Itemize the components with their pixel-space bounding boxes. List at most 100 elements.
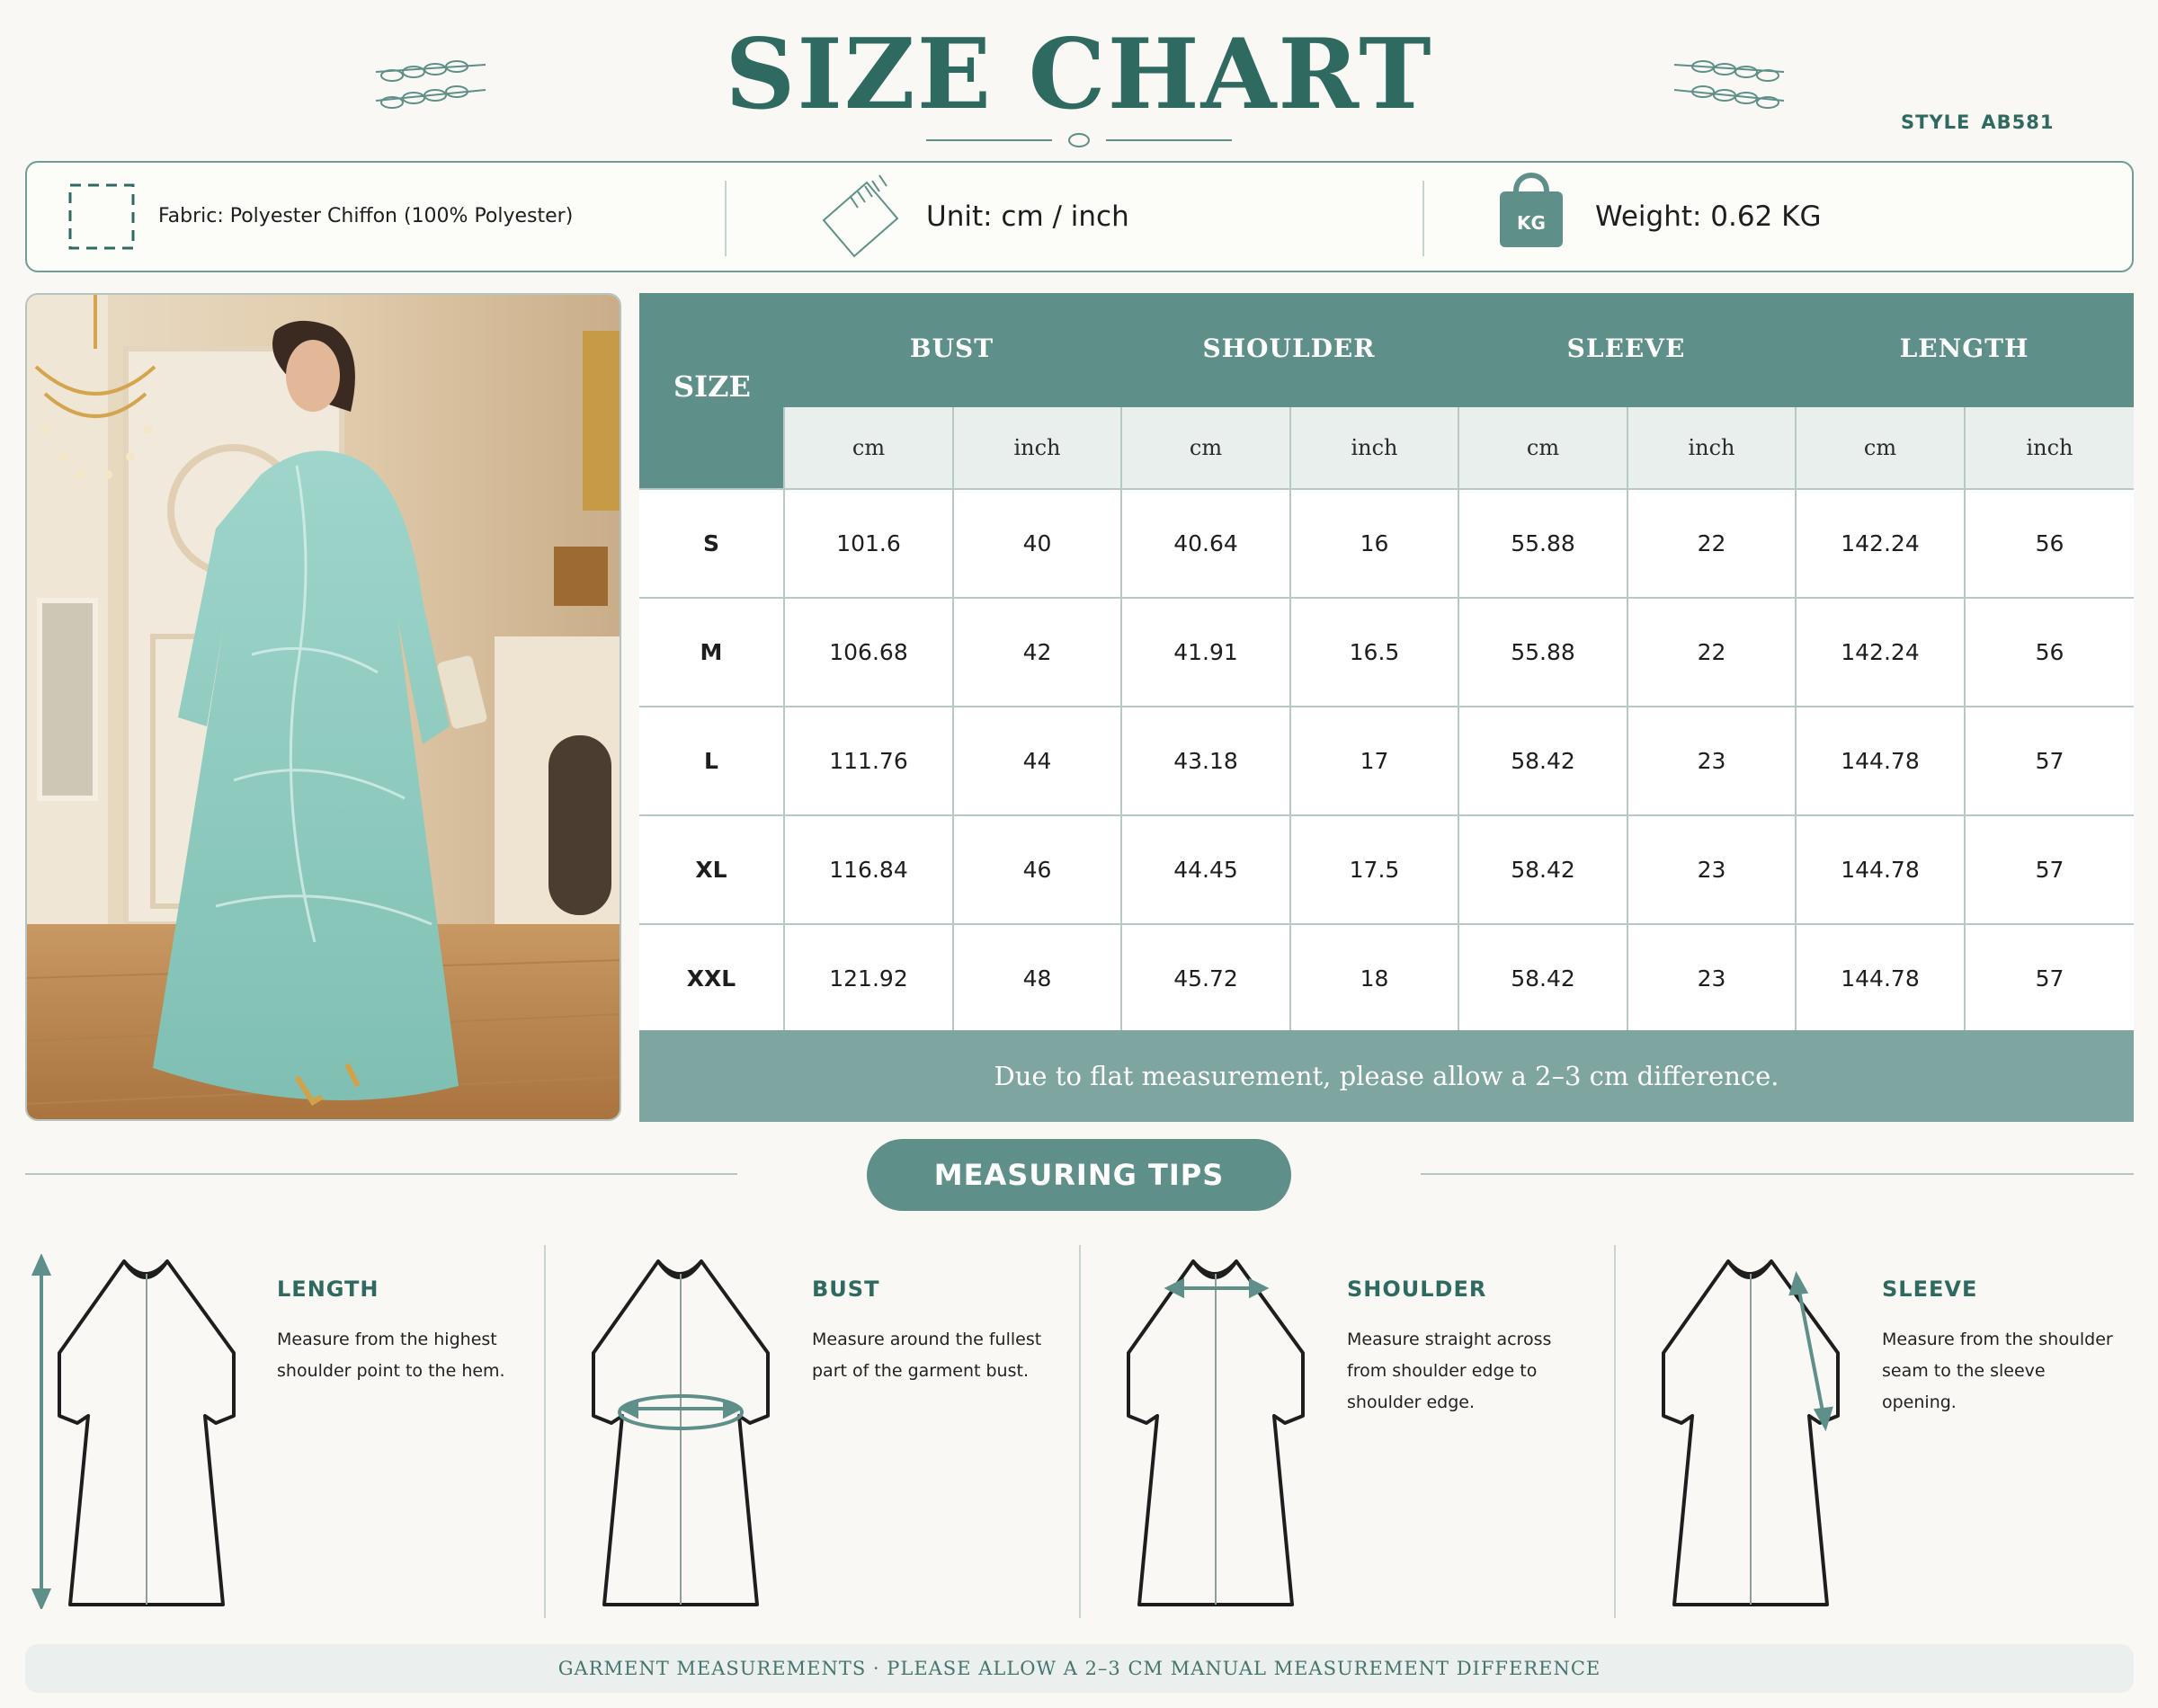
size-cell: L <box>704 748 718 774</box>
tip-line: part of the garment bust. <box>812 1361 1029 1381</box>
size-table: BUST SHOULDER SLEEVE LENGTH SIZE cm inch… <box>639 293 2134 1122</box>
value-cell: 101.6 <box>783 490 952 597</box>
size-cell: XL <box>695 857 727 883</box>
sleeve-dress-diagram <box>1662 1259 1840 1606</box>
value-cell: 58.42 <box>1458 816 1627 923</box>
size-cell: XXL <box>686 965 736 992</box>
value-cell: 48 <box>952 925 1120 1032</box>
tip-column-divider <box>1614 1245 1616 1618</box>
weight-badge-label: KG <box>1517 212 1546 234</box>
info-divider <box>725 181 727 256</box>
tip-line: opening. <box>1882 1392 1957 1412</box>
value-cell: 58.42 <box>1458 925 1627 1032</box>
unit-sleeve-inch: inch <box>1627 407 1795 488</box>
tip-line: shoulder edge. <box>1347 1392 1476 1412</box>
product-info-bar: Fabric: Polyester Chiffon (100% Polyeste… <box>25 161 2134 272</box>
fabric-swatch-icon <box>68 183 135 250</box>
value-cell: 23 <box>1627 816 1795 923</box>
value-cell: 17 <box>1289 707 1458 814</box>
table-row: XL 116.84 46 44.45 17.5 58.42 23 144.78 … <box>639 814 2134 923</box>
unit-length-cm: cm <box>1795 407 1964 488</box>
tip-text-sleeve: Measure from the shoulder seam to the sl… <box>1882 1324 2152 1419</box>
length-dress-diagram <box>31 1254 236 1609</box>
value-cell: 106.68 <box>783 599 952 706</box>
tip-text-length: Measure from the highest shoulder point … <box>277 1324 547 1387</box>
product-photo <box>25 293 621 1121</box>
value-cell: 22 <box>1627 490 1795 597</box>
value-cell: 57 <box>1964 707 2134 814</box>
table-row: XXL 121.92 48 45.72 18 58.42 23 144.78 5… <box>639 923 2134 1032</box>
unit-text: Unit: cm / inch <box>926 200 1129 233</box>
table-row: M 106.68 42 41.91 16.5 55.88 22 142.24 5… <box>639 597 2134 706</box>
tip-line: shoulder point to the hem. <box>277 1361 505 1381</box>
size-cell: M <box>700 639 723 665</box>
value-cell: 40.64 <box>1120 490 1289 597</box>
title-divider <box>926 133 1232 147</box>
value-cell: 42 <box>952 599 1120 706</box>
value-cell: 142.24 <box>1795 490 1964 597</box>
value-cell: 144.78 <box>1795 707 1964 814</box>
unit-length-inch: inch <box>1964 407 2134 488</box>
value-cell: 56 <box>1964 490 2134 597</box>
tip-heading-bust: BUST <box>812 1277 880 1302</box>
value-cell: 57 <box>1964 816 2134 923</box>
info-divider <box>1422 181 1424 256</box>
value-cell: 55.88 <box>1458 599 1627 706</box>
header-length: LENGTH <box>1899 334 2029 363</box>
value-cell: 44 <box>952 707 1120 814</box>
value-cell: 23 <box>1627 925 1795 1032</box>
style-label: STYLE <box>1901 111 1971 133</box>
unit-bust-inch: inch <box>952 407 1120 488</box>
length-arrow-icon <box>31 1254 52 1609</box>
section-divider-left <box>25 1173 737 1175</box>
value-cell: 144.78 <box>1795 925 1964 1032</box>
shoulder-dress-diagram <box>1127 1259 1305 1606</box>
value-cell: 57 <box>1964 925 2134 1032</box>
measuring-tips-title: MEASURING TIPS <box>867 1139 1291 1211</box>
value-cell: 144.78 <box>1795 816 1964 923</box>
table-row: S 101.6 40 40.64 16 55.88 22 142.24 56 <box>639 488 2134 597</box>
value-cell: 46 <box>952 816 1120 923</box>
unit-row-spacer <box>639 407 783 488</box>
value-cell: 23 <box>1627 707 1795 814</box>
footer-note: GARMENT MEASUREMENTS · PLEASE ALLOW A 2–… <box>25 1644 2134 1693</box>
value-cell: 116.84 <box>783 816 952 923</box>
section-divider-right <box>1421 1173 2134 1175</box>
tip-heading-length: LENGTH <box>277 1277 379 1302</box>
unit-sleeve-cm: cm <box>1458 407 1627 488</box>
unit-shoulder-inch: inch <box>1289 407 1458 488</box>
tip-column-divider <box>544 1245 546 1618</box>
value-cell: 16 <box>1289 490 1458 597</box>
page-title: SIZE CHART <box>725 18 1433 131</box>
tip-column-divider <box>1079 1245 1081 1618</box>
tip-line: seam to the sleeve <box>1882 1361 2046 1381</box>
unit-shoulder-cm: cm <box>1120 407 1289 488</box>
value-cell: 58.42 <box>1458 707 1627 814</box>
tip-line: Measure from the highest <box>277 1330 497 1349</box>
table-row: L 111.76 44 43.18 17 58.42 23 144.78 57 <box>639 706 2134 814</box>
tip-line: Measure straight across <box>1347 1330 1552 1349</box>
value-cell: 16.5 <box>1289 599 1458 706</box>
value-cell: 111.76 <box>783 707 952 814</box>
value-cell: 142.24 <box>1795 599 1964 706</box>
tip-text-bust: Measure around the fullest part of the g… <box>812 1324 1082 1387</box>
value-cell: 45.72 <box>1120 925 1289 1032</box>
header-sleeve: SLEEVE <box>1566 334 1686 363</box>
weight-bag-icon <box>1500 173 1563 247</box>
value-cell: 55.88 <box>1458 490 1627 597</box>
weight-text: Weight: 0.62 KG <box>1595 200 1822 233</box>
tip-line: Measure around the fullest <box>812 1330 1042 1349</box>
header-shoulder: SHOULDER <box>1202 334 1376 363</box>
tip-line: Measure from the shoulder <box>1882 1330 2113 1349</box>
header-bust: BUST <box>909 334 994 363</box>
value-cell: 56 <box>1964 599 2134 706</box>
value-cell: 40 <box>952 490 1120 597</box>
header-size: SIZE <box>673 369 751 404</box>
tip-text-shoulder: Measure straight across from shoulder ed… <box>1347 1324 1617 1419</box>
fabric-text: Fabric: Polyester Chiffon (100% Polyeste… <box>158 205 574 227</box>
bust-dress-diagram <box>592 1259 770 1606</box>
value-cell: 121.92 <box>783 925 952 1032</box>
value-cell: 43.18 <box>1120 707 1289 814</box>
tip-heading-sleeve: SLEEVE <box>1882 1277 1978 1302</box>
value-cell: 41.91 <box>1120 599 1289 706</box>
